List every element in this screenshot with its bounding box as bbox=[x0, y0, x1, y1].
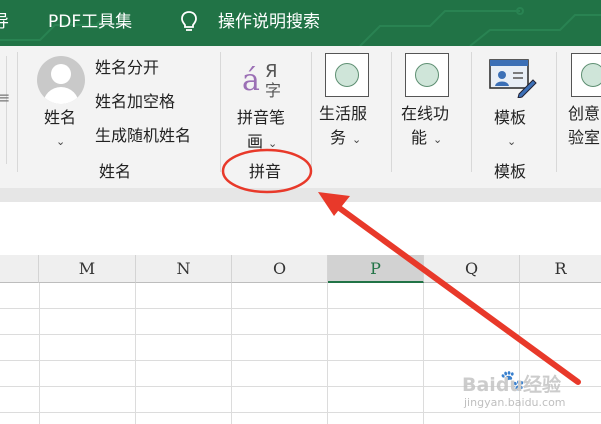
name-add-space-button[interactable]: 姓名加空格 bbox=[95, 92, 175, 112]
chevron-down-icon[interactable]: ⌄ bbox=[352, 130, 361, 150]
formula-bar[interactable] bbox=[0, 202, 601, 239]
watermark-brand: Baidu经验 bbox=[462, 374, 561, 396]
svg-text:字: 字 bbox=[265, 81, 281, 100]
column-header-o[interactable]: O bbox=[232, 255, 328, 283]
life-services-button[interactable]: 生活服 bbox=[319, 104, 367, 124]
template-icon[interactable] bbox=[489, 56, 537, 102]
group-label-template: 模板 bbox=[494, 162, 527, 181]
tab-partial-left[interactable]: 导 bbox=[0, 11, 9, 33]
split-name-button[interactable]: 姓名分开 bbox=[95, 58, 159, 78]
group-label-pinyin: 拼音 bbox=[249, 162, 282, 181]
life-services-icon[interactable] bbox=[325, 53, 369, 97]
group-label-name: 姓名 bbox=[99, 162, 132, 181]
column-header-r[interactable]: R bbox=[520, 255, 601, 283]
random-name-button[interactable]: 生成随机姓名 bbox=[95, 126, 191, 146]
column-header-partial[interactable] bbox=[0, 255, 39, 283]
ribbon: ≡ 姓名 ⌄ 姓名分开 姓名加空格 生成随机姓名 姓名 á Я 字 拼音笔 画 … bbox=[0, 46, 601, 188]
sheet-gap bbox=[0, 238, 601, 255]
watermark-url: jingyan.baidu.com bbox=[464, 396, 566, 409]
column-header-p[interactable]: P bbox=[328, 255, 424, 283]
online-features-button-line2[interactable]: 能 bbox=[411, 128, 427, 148]
life-services-button-line2[interactable]: 务 bbox=[330, 128, 346, 148]
online-features-button[interactable]: 在线功 bbox=[401, 104, 449, 124]
chevron-down-icon[interactable]: ⌄ bbox=[268, 134, 277, 154]
baidu-watermark: 🐾 Baidu经验 jingyan.baidu.com bbox=[462, 368, 594, 414]
ribbon-collapse-strip bbox=[0, 188, 601, 202]
column-header-m[interactable]: M bbox=[39, 255, 136, 283]
search-help[interactable]: 操作说明搜索 bbox=[218, 11, 320, 33]
template-button[interactable]: 模板 bbox=[494, 108, 526, 128]
name-button[interactable]: 姓名 bbox=[44, 108, 76, 128]
pinyin-stroke-button[interactable]: 拼音笔 bbox=[237, 108, 285, 128]
partial-left-control[interactable]: ≡ bbox=[0, 88, 10, 107]
column-header-n[interactable]: N bbox=[136, 255, 232, 283]
tab-pdf-tools[interactable]: PDF工具集 bbox=[48, 11, 132, 33]
title-bar: 导 PDF工具集 操作说明搜索 bbox=[0, 0, 601, 46]
creative-lab-button-line2[interactable]: 验室 bbox=[568, 128, 600, 148]
svg-text:Я: Я bbox=[265, 61, 278, 82]
chevron-down-icon[interactable]: ⌄ bbox=[507, 132, 516, 152]
creative-lab-button[interactable]: 创意 bbox=[568, 104, 600, 124]
chevron-down-icon[interactable]: ⌄ bbox=[433, 130, 442, 150]
lightbulb-icon[interactable] bbox=[180, 10, 198, 38]
pinyin-icon: á Я 字 bbox=[242, 56, 288, 104]
creative-lab-icon[interactable] bbox=[571, 53, 601, 97]
pinyin-stroke-button-line2[interactable]: 画 bbox=[247, 132, 263, 152]
column-header-q[interactable]: Q bbox=[424, 255, 520, 283]
online-features-icon[interactable] bbox=[405, 53, 449, 97]
person-avatar-icon bbox=[37, 56, 85, 104]
chevron-down-icon[interactable]: ⌄ bbox=[56, 132, 65, 152]
svg-text:á: á bbox=[242, 63, 260, 98]
